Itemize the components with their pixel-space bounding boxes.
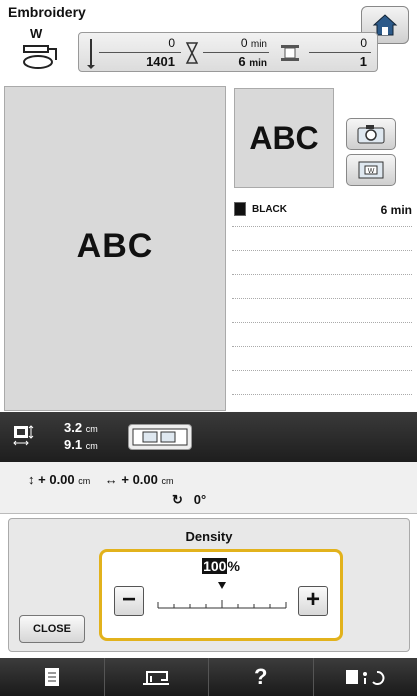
- position-offset-row: ↕ + 0.00 cm ↔ + 0.00 cm: [28, 472, 174, 487]
- list-divider: [232, 346, 412, 347]
- color-total: 1: [359, 54, 367, 69]
- time-current-value: 0: [240, 36, 248, 50]
- embroidery-frame-icon: [132, 428, 188, 446]
- hourglass-icon: [185, 42, 199, 64]
- vertical-offset-sign: +: [38, 472, 46, 487]
- pattern-width-unit: cm: [85, 441, 98, 451]
- frame-view-icon: W: [358, 161, 384, 179]
- thread-color-time: 6 min: [380, 203, 412, 217]
- thread-spool-icon: [281, 45, 299, 61]
- thread-color-name: BLACK: [252, 204, 287, 215]
- stitch-counter-panel: 0 1401 0 min 6 min 0 1: [78, 32, 378, 72]
- pattern-width-value: 9.1: [64, 437, 83, 452]
- needle-icon: [87, 39, 95, 69]
- thread-color-list: BLACK 6 min: [232, 198, 412, 220]
- pattern-position-panel: ↕ + 0.00 cm ↔ + 0.00 cm ↻ 0°: [0, 462, 417, 514]
- horizontal-offset-sign: +: [121, 472, 129, 487]
- color-current: 0: [360, 36, 367, 50]
- list-divider: [232, 298, 412, 299]
- stitch-current: 0: [168, 36, 175, 50]
- list-divider: [232, 322, 412, 323]
- sewing-machine-button[interactable]: [105, 658, 209, 696]
- rotation-value: 0°: [193, 492, 207, 507]
- vertical-arrows-icon: ↕: [28, 472, 35, 487]
- density-decrease-button[interactable]: −: [114, 586, 144, 616]
- density-control: 100% − +: [99, 549, 343, 641]
- pattern-width: 9.1 cm: [64, 437, 98, 454]
- density-pointer-icon: [218, 582, 226, 589]
- list-divider: [232, 370, 412, 371]
- density-panel: Density 100% − + CLOSE: [8, 518, 410, 652]
- time-total: 6 min: [203, 54, 267, 69]
- density-increase-button[interactable]: +: [298, 586, 328, 616]
- time-current: 0 min: [203, 36, 267, 50]
- document-button[interactable]: [0, 658, 105, 696]
- stitch-total: 1401: [146, 54, 175, 69]
- camera-button[interactable]: [346, 118, 396, 150]
- embroidery-frame-button[interactable]: [128, 424, 192, 450]
- horizontal-arrows-icon: ↔: [104, 472, 118, 487]
- horizontal-offset-unit: cm: [161, 476, 174, 486]
- svg-text:W: W: [368, 168, 375, 175]
- pattern-height-unit: cm: [85, 424, 98, 434]
- pattern-size-bar: 3.2 cm 9.1 cm: [0, 412, 417, 462]
- pattern-height-value: 3.2: [64, 420, 83, 435]
- time-total-unit: min: [249, 58, 267, 69]
- frame-view-button[interactable]: W: [346, 154, 396, 186]
- pattern-size-values: 3.2 cm 9.1 cm: [64, 420, 98, 454]
- density-value: 100%: [102, 558, 340, 574]
- presser-foot-icon: [23, 45, 57, 69]
- document-icon: [44, 668, 59, 686]
- vertical-offset-unit: cm: [78, 476, 91, 486]
- settings-icon: [346, 670, 385, 685]
- thread-color-row[interactable]: BLACK 6 min: [232, 198, 412, 220]
- vertical-offset-value: 0.00: [49, 472, 75, 487]
- density-value-number: 100: [202, 558, 228, 574]
- close-button[interactable]: CLOSE: [19, 615, 85, 643]
- time-current-unit: min: [250, 39, 267, 50]
- density-value-unit: %: [227, 558, 240, 574]
- list-divider: [232, 250, 412, 251]
- pattern-size-icon: [13, 425, 34, 446]
- page-title: Embroidery: [8, 4, 86, 20]
- thread-color-swatch: [234, 202, 246, 216]
- time-total-value: 6: [238, 54, 246, 69]
- list-divider: [232, 394, 412, 395]
- rotate-icon: ↻: [172, 492, 183, 507]
- rotation-row: ↻ 0°: [172, 492, 206, 508]
- help-button[interactable]: ?: [209, 658, 314, 696]
- preview-pattern: ABC: [76, 227, 154, 265]
- bottom-toolbar: ?: [0, 658, 417, 696]
- list-divider: [232, 274, 412, 275]
- pattern-thumbnail: ABC: [234, 88, 334, 188]
- help-label: ?: [254, 664, 268, 689]
- density-scale: [157, 582, 287, 609]
- embroidery-preview[interactable]: ABC: [4, 86, 226, 411]
- camera-icon: [357, 125, 385, 144]
- list-divider: [232, 226, 412, 227]
- settings-button[interactable]: [314, 658, 417, 696]
- sewing-machine-icon: [143, 671, 170, 685]
- horizontal-offset-value: 0.00: [132, 472, 158, 487]
- density-label: Density: [185, 529, 233, 544]
- pattern-height: 3.2 cm: [64, 420, 98, 437]
